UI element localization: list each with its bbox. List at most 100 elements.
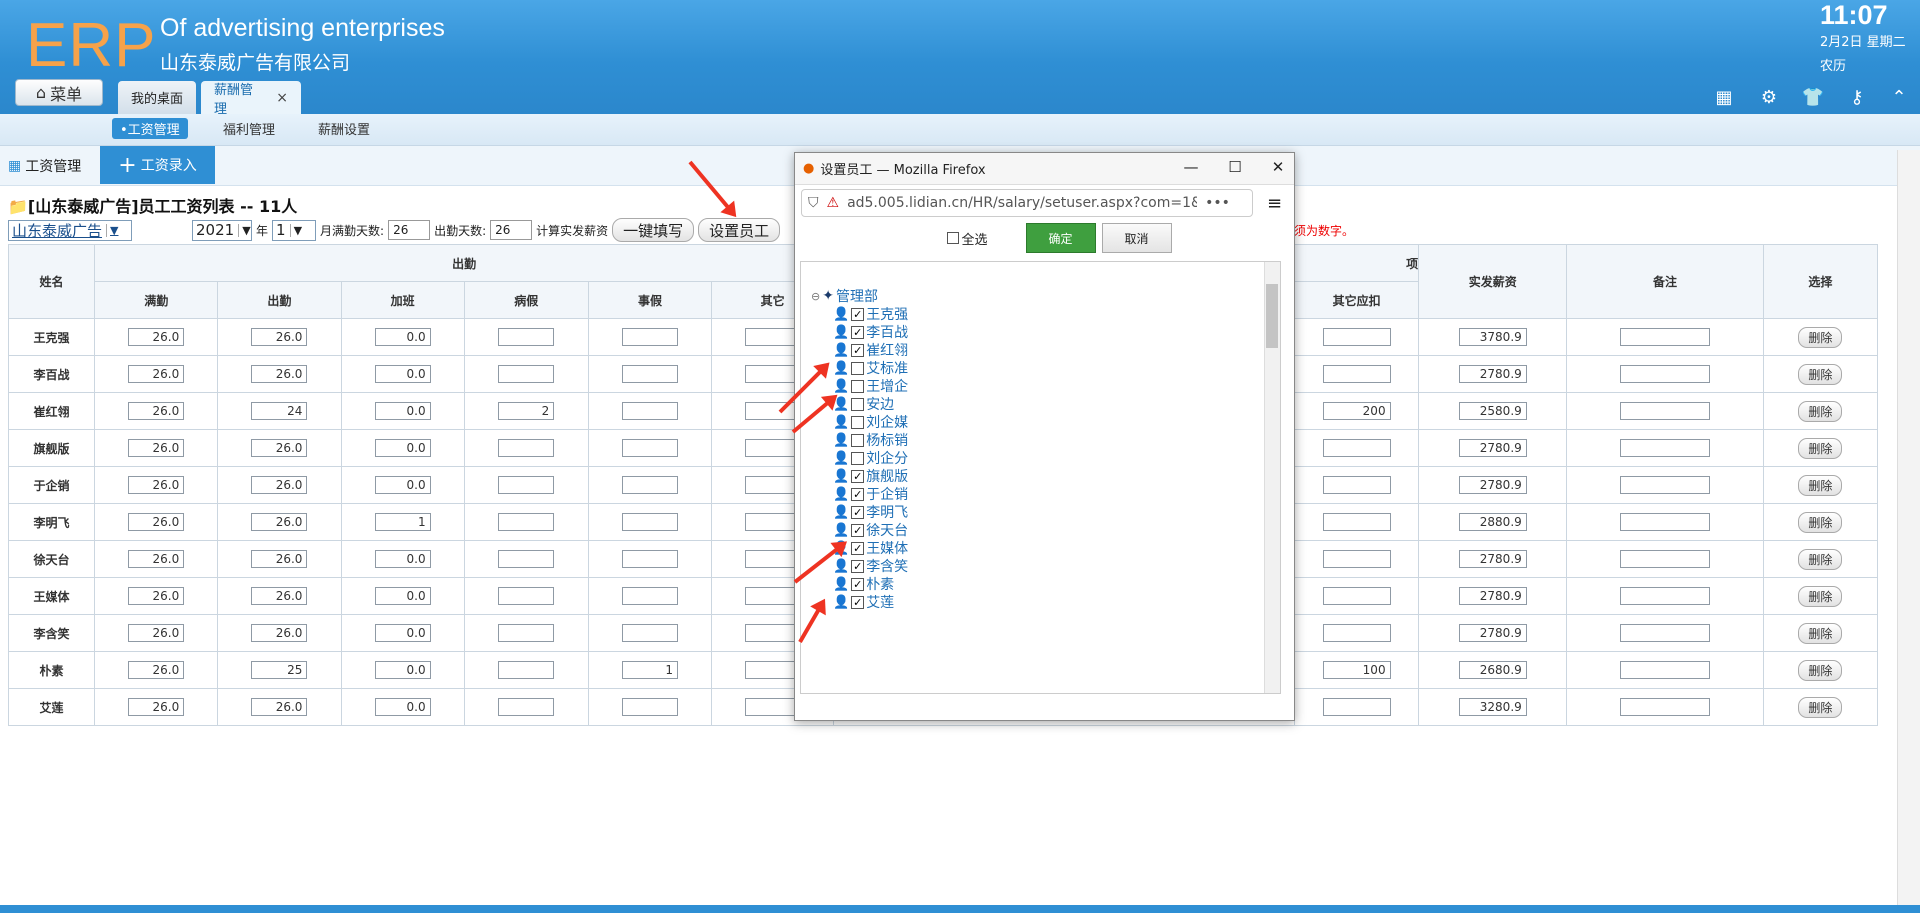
collapse-icon[interactable]: ⌃ [1888,86,1910,108]
note-input[interactable] [1620,402,1711,420]
present-input[interactable]: 26.0 [251,698,308,716]
select-all-checkbox[interactable]: 全选 [947,229,988,248]
personal-input[interactable] [621,365,678,383]
delete-button[interactable]: 删除 [1798,363,1843,385]
personal-input[interactable] [621,402,678,420]
net-salary-input[interactable]: 2580.9 [1458,402,1527,420]
other-deduction-input[interactable]: 200 [1322,402,1391,420]
employee-checkbox[interactable] [851,379,865,393]
ok-button[interactable]: 确定 [1025,223,1096,253]
tree-employee-node[interactable]: 👤 ✓ 艾莲 [833,592,894,612]
present-input[interactable]: 26.0 [251,365,308,383]
tree-employee-node[interactable]: 👤 刘企媒 [833,412,908,432]
grid-add-icon[interactable]: ▦ [1713,86,1735,108]
personal-input[interactable]: 1 [621,661,678,679]
net-salary-input[interactable]: 2880.9 [1458,513,1527,531]
other-input[interactable] [744,328,801,346]
tab-salary-management[interactable]: 薪酬管理 × [201,81,301,117]
sick-input[interactable] [498,661,555,679]
other-deduction-input[interactable] [1322,513,1391,531]
present-input[interactable]: 26.0 [251,587,308,605]
other-input[interactable] [744,550,801,568]
tree-scroll-thumb[interactable] [1266,284,1278,348]
ot-input[interactable]: 0.0 [374,587,431,605]
present-input[interactable]: 26.0 [251,476,308,494]
personal-input[interactable] [621,624,678,642]
ot-input[interactable]: 0.0 [374,328,431,346]
other-deduction-input[interactable] [1322,328,1391,346]
present-input[interactable]: 26.0 [251,513,308,531]
ot-input[interactable]: 0.0 [374,402,431,420]
tree-employee-node[interactable]: 👤 王增企 [833,376,908,396]
close-icon[interactable]: × [276,90,288,106]
personal-input[interactable] [621,439,678,457]
sick-input[interactable] [498,698,555,716]
minimize-icon[interactable]: — [1180,158,1202,176]
other-input[interactable] [744,698,801,716]
ot-input[interactable]: 0.0 [374,476,431,494]
personal-input[interactable] [621,513,678,531]
employee-checkbox[interactable] [851,451,865,465]
delete-button[interactable]: 删除 [1798,548,1843,570]
other-deduction-input[interactable] [1322,439,1391,457]
other-input[interactable] [744,587,801,605]
personal-input[interactable] [621,328,678,346]
delete-button[interactable]: 删除 [1798,659,1843,681]
tree-employee-node[interactable]: 👤 ✓ 旗舰版 [833,466,908,486]
add-salary-button[interactable]: + 工资录入 [100,146,215,184]
other-deduction-input[interactable] [1322,550,1391,568]
note-input[interactable] [1620,513,1711,531]
close-icon[interactable]: ✕ [1267,158,1289,176]
net-salary-input[interactable]: 3280.9 [1458,698,1527,716]
full-input[interactable]: 26.0 [128,365,185,383]
net-salary-input[interactable]: 2680.9 [1458,661,1527,679]
ot-input[interactable]: 0.0 [374,661,431,679]
ot-input[interactable]: 0.0 [374,439,431,457]
sick-input[interactable] [498,365,555,383]
ot-input[interactable]: 0.0 [374,550,431,568]
employee-checkbox[interactable]: ✓ [851,469,865,483]
employee-checkbox[interactable]: ✓ [851,343,865,357]
month-select[interactable]: 1 ▼ [272,219,317,241]
ot-input[interactable]: 1 [374,513,431,531]
present-input[interactable]: 25 [251,661,308,679]
other-input[interactable] [744,402,801,420]
full-input[interactable]: 26.0 [128,439,185,457]
other-input[interactable] [744,365,801,383]
tree-dept-node[interactable]: ⊖ ✦ 管理部 [811,286,878,306]
personal-input[interactable] [621,550,678,568]
note-input[interactable] [1620,365,1711,383]
note-input[interactable] [1620,587,1711,605]
full-input[interactable]: 26.0 [128,624,185,642]
ot-input[interactable]: 0.0 [374,698,431,716]
personal-input[interactable] [621,698,678,716]
subtab-welfare[interactable]: 福利管理 [215,118,283,139]
personal-input[interactable] [621,587,678,605]
tree-employee-node[interactable]: 👤 ✓ 崔红翎 [833,340,908,360]
delete-button[interactable]: 删除 [1798,437,1843,459]
full-input[interactable]: 26.0 [128,661,185,679]
other-deduction-input[interactable] [1322,365,1391,383]
tree-employee-node[interactable]: 👤 ✓ 李明飞 [833,502,908,522]
employee-checkbox[interactable] [851,415,865,429]
attend-days-input[interactable]: 26 [490,220,533,240]
net-salary-input[interactable]: 3780.9 [1458,328,1527,346]
ot-input[interactable]: 0.0 [374,624,431,642]
full-input[interactable]: 26.0 [128,550,185,568]
full-input[interactable]: 26.0 [128,587,185,605]
present-input[interactable]: 26.0 [251,550,308,568]
full-input[interactable]: 26.0 [128,476,185,494]
present-input[interactable]: 26.0 [251,439,308,457]
note-input[interactable] [1620,328,1711,346]
employee-checkbox[interactable]: ✓ [851,595,865,609]
full-input[interactable]: 26.0 [128,328,185,346]
other-deduction-input[interactable] [1322,698,1391,716]
tree-employee-node[interactable]: 👤 刘企分 [833,448,908,468]
employee-checkbox[interactable]: ✓ [851,325,865,339]
employee-checkbox[interactable] [851,397,865,411]
tree-employee-node[interactable]: 👤 杨标销 [833,430,908,450]
full-days-input[interactable]: 26 [388,220,431,240]
other-input[interactable] [744,624,801,642]
note-input[interactable] [1620,698,1711,716]
shirt-icon[interactable]: 👕 [1802,86,1824,108]
